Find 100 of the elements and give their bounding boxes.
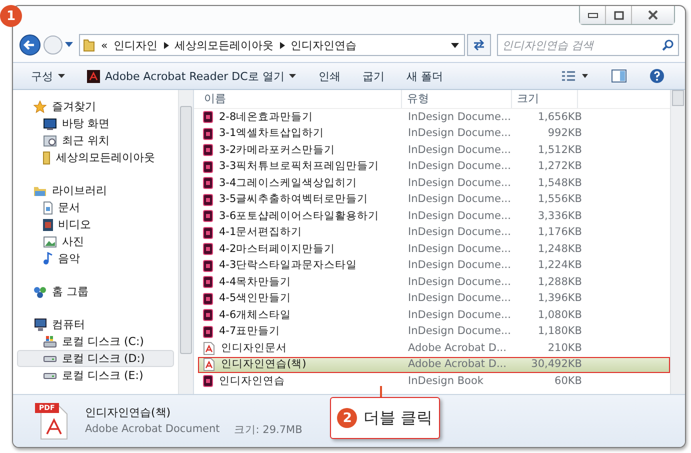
breadcrumb[interactable]: 세상의모든레이아웃 [174, 38, 274, 52]
sidebar-item[interactable]: 로컬 디스크 (E:) [13, 367, 178, 384]
column-header[interactable]: 이름 [194, 90, 402, 108]
indesign-file-icon [203, 210, 213, 222]
file-row[interactable]: 3-6포토샵레이어스타일활용하기 InDesign Docume... 3,336KB [198, 208, 670, 224]
star-icon [33, 100, 47, 114]
sidebar-heading[interactable]: 홈 그룹 [13, 283, 178, 300]
file-row[interactable]: 4-7표만들기 InDesign Docume... 1,180KB [198, 324, 670, 340]
file-row[interactable]: 인디자인문서 Adobe Acrobat D... 210KB [198, 340, 670, 356]
file-type: InDesign Docume... [408, 160, 511, 172]
music-note-icon [43, 252, 53, 265]
column-header[interactable]: 크기 [512, 90, 578, 108]
file-row[interactable]: 4-2마스터페이지만들기 InDesign Docume... 1,248KB [198, 241, 670, 258]
file-size: 1,548KB [538, 176, 582, 189]
breadcrumb[interactable]: « [101, 38, 108, 52]
indesign-file-icon [203, 243, 213, 256]
close-button[interactable] [632, 6, 674, 24]
file-row[interactable]: 인디자인연습 InDesign Book 60KB [198, 373, 670, 390]
indesign-file-icon [203, 292, 213, 305]
sidebar-item[interactable]: 바탕 화면 [13, 115, 178, 132]
indesign-file-icon [203, 144, 213, 156]
column-header[interactable]: 유형 [402, 90, 512, 108]
file-name: 3-1엑셀차트삽입하기 [219, 127, 324, 140]
file-type: Adobe Acrobat D... [408, 342, 506, 354]
document-icon [43, 200, 53, 214]
search-field[interactable]: 인디자인연습 검색 [497, 34, 679, 56]
file-row[interactable]: 3-2카메라포커스만들기 InDesign Docume... 1,512KB [198, 142, 670, 158]
monitor-icon [43, 116, 57, 130]
file-row[interactable]: 3-5글씨추출하여벡터로만들기 InDesign Docume... 1,556KB [198, 192, 670, 208]
address-bar[interactable]: « 인디자인 세상의모든레이아웃 인디자인연습 [79, 34, 465, 56]
file-row[interactable]: 4-3단락스타일과문자스타일 InDesign Docume... 1,224KB [198, 258, 670, 274]
toolbar-button[interactable]: Adobe Acrobat Reader DC로 열기 [79, 66, 304, 86]
file-type: InDesign Docume... [408, 226, 511, 238]
file-row[interactable]: 4-5색인만들기 InDesign Docume... 1,396KB [198, 290, 670, 307]
indesign-file-icon [203, 326, 213, 338]
file-row[interactable]: 2-8네온효과만들기 InDesign Docume... 1,656KB [198, 109, 670, 126]
sidebar-item[interactable]: 최근 위치 [13, 132, 178, 149]
file-row[interactable]: 3-3픽처튜브로픽처프레임만들기 InDesign Docume... 1,272KB [198, 158, 670, 175]
drive-icon [43, 356, 57, 362]
caret-icon[interactable] [65, 42, 73, 48]
caret-icon[interactable] [451, 42, 459, 48]
file-row[interactable]: 4-4목차만들기 InDesign Docume... 1,288KB [198, 274, 670, 290]
toolbar-button[interactable]: 새 폴더 [398, 66, 451, 86]
list-view-icon [561, 70, 589, 82]
sidebar-heading[interactable]: 즐겨찾기 [13, 98, 178, 115]
breadcrumb[interactable]: 인디자인 [114, 38, 158, 52]
refresh-icon [473, 39, 485, 51]
scrollbar[interactable] [178, 90, 193, 394]
file-type: InDesign Docume... [408, 325, 511, 338]
file-row[interactable]: 4-6개체스타일 InDesign Docume... 1,080KB [198, 307, 670, 324]
file-type: InDesign Docume... [408, 242, 511, 255]
sidebar-item[interactable]: 세상의모든레이아웃 [13, 149, 178, 166]
file-name: 4-6개체스타일 [219, 308, 292, 322]
scrollbar[interactable] [670, 90, 685, 394]
arrow-icon [164, 42, 169, 48]
sidebar-item[interactable]: 로컬 디스크 (D:) [17, 350, 174, 367]
refresh-button[interactable] [467, 34, 491, 56]
file-name: 3-5글씨추출하여벡터로만들기 [219, 193, 368, 206]
pdf-app-icon [87, 70, 100, 82]
file-name: 3-4그레이스케일색상입히기 [219, 176, 358, 190]
maximize-button[interactable] [606, 6, 632, 24]
file-name: 인디자인연습(책) [85, 405, 172, 420]
sidebar-item[interactable]: 문서 [13, 199, 178, 216]
sidebar-item[interactable]: 사진 [13, 233, 178, 250]
computer-icon [33, 318, 47, 332]
file-type: InDesign Book [408, 374, 484, 387]
indesign-file-icon [203, 260, 213, 272]
file-name: 2-8네온효과만들기 [219, 110, 314, 124]
system-drive-icon [43, 335, 57, 348]
file-type: InDesign Docume... [408, 127, 511, 140]
toolbar-button[interactable]: 인쇄 [310, 66, 348, 86]
indesign-file-icon [203, 177, 213, 190]
sidebar-item[interactable]: 음악 [13, 250, 178, 267]
file-type: InDesign Docume... [408, 144, 511, 156]
toolbar-button[interactable]: 굽기 [354, 66, 392, 86]
file-size: 1,224KB [538, 259, 582, 272]
indesign-file-icon [203, 160, 213, 173]
file-name: 4-2마스터페이지만들기 [219, 242, 336, 256]
file-row[interactable]: 인디자인연습(책) Adobe Acrobat D... 30,492KB [198, 356, 670, 373]
file-row[interactable]: 4-1문서편집하기 InDesign Docume... 1,176KB [198, 224, 670, 241]
image-icon [43, 236, 57, 248]
file-name: 4-4목차만들기 [219, 276, 292, 289]
maximize-icon [614, 10, 624, 20]
file-name: 인디자인연습(책) [221, 358, 306, 372]
sidebar-heading[interactable]: 라이브러리 [13, 182, 178, 199]
file-name: 4-3단락스타일과문자스타일 [219, 259, 358, 272]
file-size: 1,248KB [538, 242, 582, 255]
step-number: 1 [0, 5, 22, 27]
breadcrumb[interactable]: 인디자인연습 [290, 38, 357, 52]
file-name: 3-6포토샵레이어스타일활용하기 [219, 210, 380, 223]
toolbar-button[interactable]: 구성 [23, 66, 73, 86]
sidebar-item[interactable]: 로컬 디스크 (C:) [13, 333, 178, 350]
file-row[interactable]: 3-4그레이스케일색상입히기 InDesign Docume... 1,548KB [198, 175, 670, 192]
file-row[interactable]: 3-1엑셀차트삽입하기 InDesign Docume... 992KB [198, 126, 670, 142]
sidebar-heading[interactable]: 컴퓨터 [13, 316, 178, 333]
arrow-icon [280, 42, 285, 48]
back-button[interactable] [19, 34, 41, 56]
sidebar-item[interactable]: 비디오 [13, 216, 178, 233]
file-size: 1,176KB [538, 226, 582, 238]
minimize-button[interactable] [580, 6, 606, 24]
